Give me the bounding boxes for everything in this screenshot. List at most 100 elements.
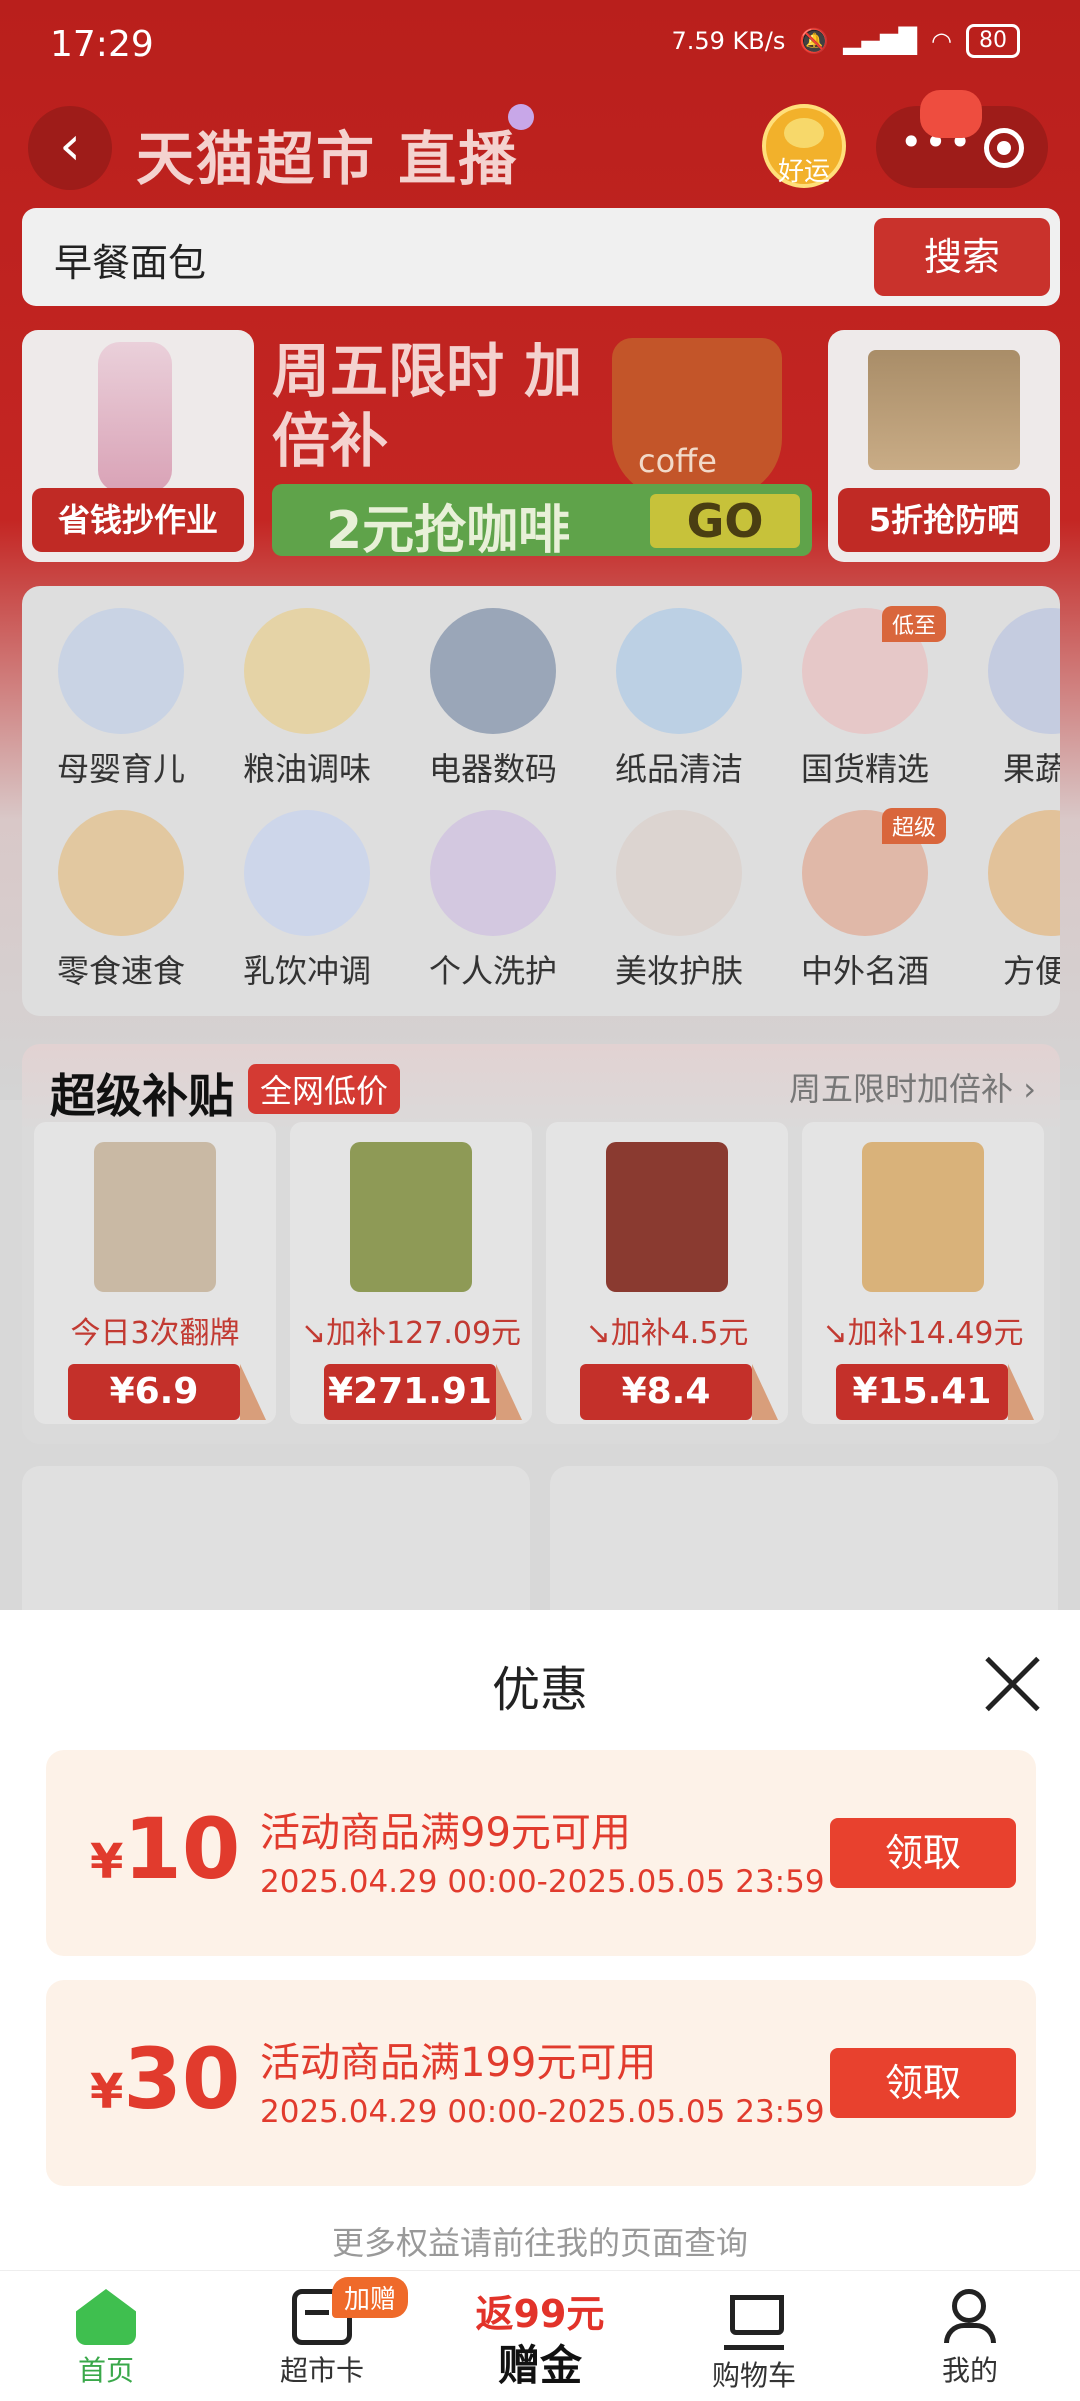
coupon-validity: 2025.04.29 00:00-2025.05.05 23:59 — [260, 2094, 825, 2130]
coffee-cup-image: coffe — [612, 338, 782, 498]
mute-icon: 🔕 — [799, 27, 830, 55]
bonus-text: 赠金 — [497, 2341, 582, 2390]
category-label: 美妆护肤 — [614, 952, 743, 990]
sheet-title: 优惠 — [491, 1662, 588, 1718]
page-title: 天猫超市 直播 — [136, 125, 519, 193]
coupon-amount: ¥30 — [90, 2030, 240, 2128]
coupon-validity: 2025.04.29 00:00-2025.05.05 23:59 — [260, 1864, 825, 1900]
coupon-amount: ¥10 — [90, 1800, 240, 1898]
category-item[interactable]: 电器数码 — [400, 608, 586, 808]
category-icon — [616, 608, 742, 734]
subsidy-more-link[interactable]: 周五限时加倍补 › — [789, 1064, 1036, 1110]
feed-card[interactable] — [22, 1466, 530, 1616]
tab-supermarket-card[interactable]: 超市卡 加赠 — [232, 2271, 412, 2401]
coupon-condition: 活动商品满99元可用 — [260, 1810, 631, 1856]
back-button[interactable]: ‹ — [28, 106, 112, 190]
network-speed: 7.59 KB/s — [671, 27, 786, 55]
go-button[interactable]: GO — [650, 494, 800, 548]
category-item[interactable]: 方便食 — [958, 810, 1060, 1010]
promo-right-label: 5折抢防晒 — [838, 488, 1050, 552]
cup-text: coffe — [638, 442, 717, 480]
bottom-tab-bar: 首页 超市卡 加赠 返99元 赠金 购物车 我的 — [0, 2270, 1080, 2401]
home-icon — [76, 2289, 136, 2345]
product-price: ¥271.91 — [324, 1364, 522, 1420]
wifi-icon: ◠ — [931, 27, 952, 55]
tab-label: 首页 — [77, 2354, 134, 2387]
tab-cart[interactable]: 购物车 — [664, 2271, 844, 2401]
subsidy-label: ↘加补4.5元 — [585, 1316, 749, 1351]
product-image — [862, 1142, 984, 1292]
category-item[interactable]: 母婴育儿 — [28, 608, 214, 808]
promo-left-card[interactable]: 省钱抄作业 — [22, 330, 254, 562]
category-item[interactable]: 美妆护肤 — [586, 810, 772, 1010]
category-item[interactable]: 乳饮冲调 — [214, 810, 400, 1010]
search-button[interactable]: 搜索 — [874, 218, 1050, 296]
more-benefits-hint: 更多权益请前往我的页面查询 — [331, 2224, 748, 2262]
promo-left-label: 省钱抄作业 — [32, 488, 244, 552]
product-price: ¥15.41 — [836, 1364, 1034, 1420]
signal-icon: ▂▄▆█ — [843, 27, 918, 55]
category-item[interactable]: 纸品清洁 — [586, 608, 772, 808]
clock: 17:29 — [50, 24, 154, 65]
category-item[interactable]: 粮油调味 — [214, 608, 400, 808]
category-label: 纸品清洁 — [614, 750, 743, 788]
status-icons: 7.59 KB/s 🔕 ▂▄▆█ ◠ 80 — [671, 24, 1020, 58]
battery-icon: 80 — [966, 24, 1020, 58]
claim-button[interactable]: 领取 — [830, 1818, 1016, 1888]
product-card[interactable]: ↘加补127.09元 ¥271.91 — [290, 1122, 532, 1424]
gift-badge: 加赠 — [332, 2277, 409, 2318]
header: ‹ 天猫超市 直播 好运 ••• — [0, 90, 1080, 194]
category-icon — [244, 810, 370, 936]
currency-symbol: ¥ — [90, 1834, 124, 1890]
category-badge: 超级 — [882, 808, 947, 844]
live-indicator-icon — [508, 104, 534, 130]
category-label: 中外名酒 — [800, 952, 929, 990]
category-label: 果蔬生 — [1002, 750, 1060, 788]
tab-label: 我的 — [941, 2354, 998, 2387]
tab-home[interactable]: 首页 — [16, 2271, 196, 2401]
subsidy-label: ↘加补14.49元 — [822, 1316, 1024, 1351]
product-image — [350, 1142, 472, 1292]
promo-headline: 周五限时 加倍补 — [272, 337, 583, 475]
close-miniprogram-icon[interactable] — [984, 128, 1024, 168]
category-item[interactable]: 超级中外名酒 — [772, 808, 958, 1010]
feed-card[interactable] — [550, 1466, 1058, 1616]
category-label: 个人洗护 — [428, 952, 557, 990]
tab-me[interactable]: 我的 — [880, 2271, 1060, 2401]
subsidy-title: 超级补贴 — [50, 1069, 234, 1123]
close-icon[interactable] — [982, 1654, 1042, 1714]
promo-center-banner[interactable]: 周五限时 加倍补 coffe 2元抢咖啡 GO — [266, 330, 812, 562]
category-label: 国货精选 — [800, 750, 929, 788]
search-input[interactable]: 早餐面包 — [54, 232, 206, 287]
search-bar[interactable]: 早餐面包 搜索 — [22, 208, 1060, 306]
tab-label: 超市卡 — [279, 2354, 364, 2387]
product-card[interactable]: ↘加补4.5元 ¥8.4 — [546, 1122, 788, 1424]
cashback-text: 返99元 — [475, 2292, 605, 2336]
category-icon — [58, 810, 184, 936]
lucky-button[interactable]: 好运 — [762, 104, 846, 188]
tab-cashback-promo[interactable]: 返99元 赠金 — [460, 2283, 620, 2393]
product-image — [606, 1142, 728, 1292]
category-icon — [988, 810, 1060, 936]
promo-coffee-bar: 2元抢咖啡 GO — [272, 484, 812, 561]
cart-icon — [724, 2289, 784, 2350]
product-card[interactable]: 今日3次翻牌 ¥6.9 — [34, 1122, 276, 1424]
category-badge: 低至 — [882, 606, 947, 642]
category-label: 乳饮冲调 — [242, 952, 371, 990]
category-item[interactable]: 零食速食 — [28, 810, 214, 1010]
amount-value: 10 — [123, 1800, 241, 1898]
coffee-offer-text: 2元抢咖啡 — [326, 501, 571, 561]
product-price: ¥6.9 — [68, 1364, 266, 1420]
product-card[interactable]: ↘加补14.49元 ¥15.41 — [802, 1122, 1044, 1424]
category-item[interactable]: 个人洗护 — [400, 810, 586, 1010]
category-item[interactable]: 低至国货精选 — [772, 606, 958, 808]
category-icon — [58, 608, 184, 734]
product-image — [94, 1142, 216, 1292]
claim-button[interactable]: 领取 — [830, 2048, 1016, 2118]
subsidy-label: ↘加补127.09元 — [300, 1316, 522, 1351]
category-item[interactable]: 果蔬生 — [958, 608, 1060, 808]
promo-right-card[interactable]: 5折抢防晒 — [828, 330, 1060, 562]
coupon-condition: 活动商品满199元可用 — [260, 2040, 657, 2086]
category-label: 零食速食 — [56, 952, 185, 990]
coupon-card: ¥30 活动商品满199元可用 2025.04.29 00:00-2025.05… — [46, 1980, 1036, 2186]
